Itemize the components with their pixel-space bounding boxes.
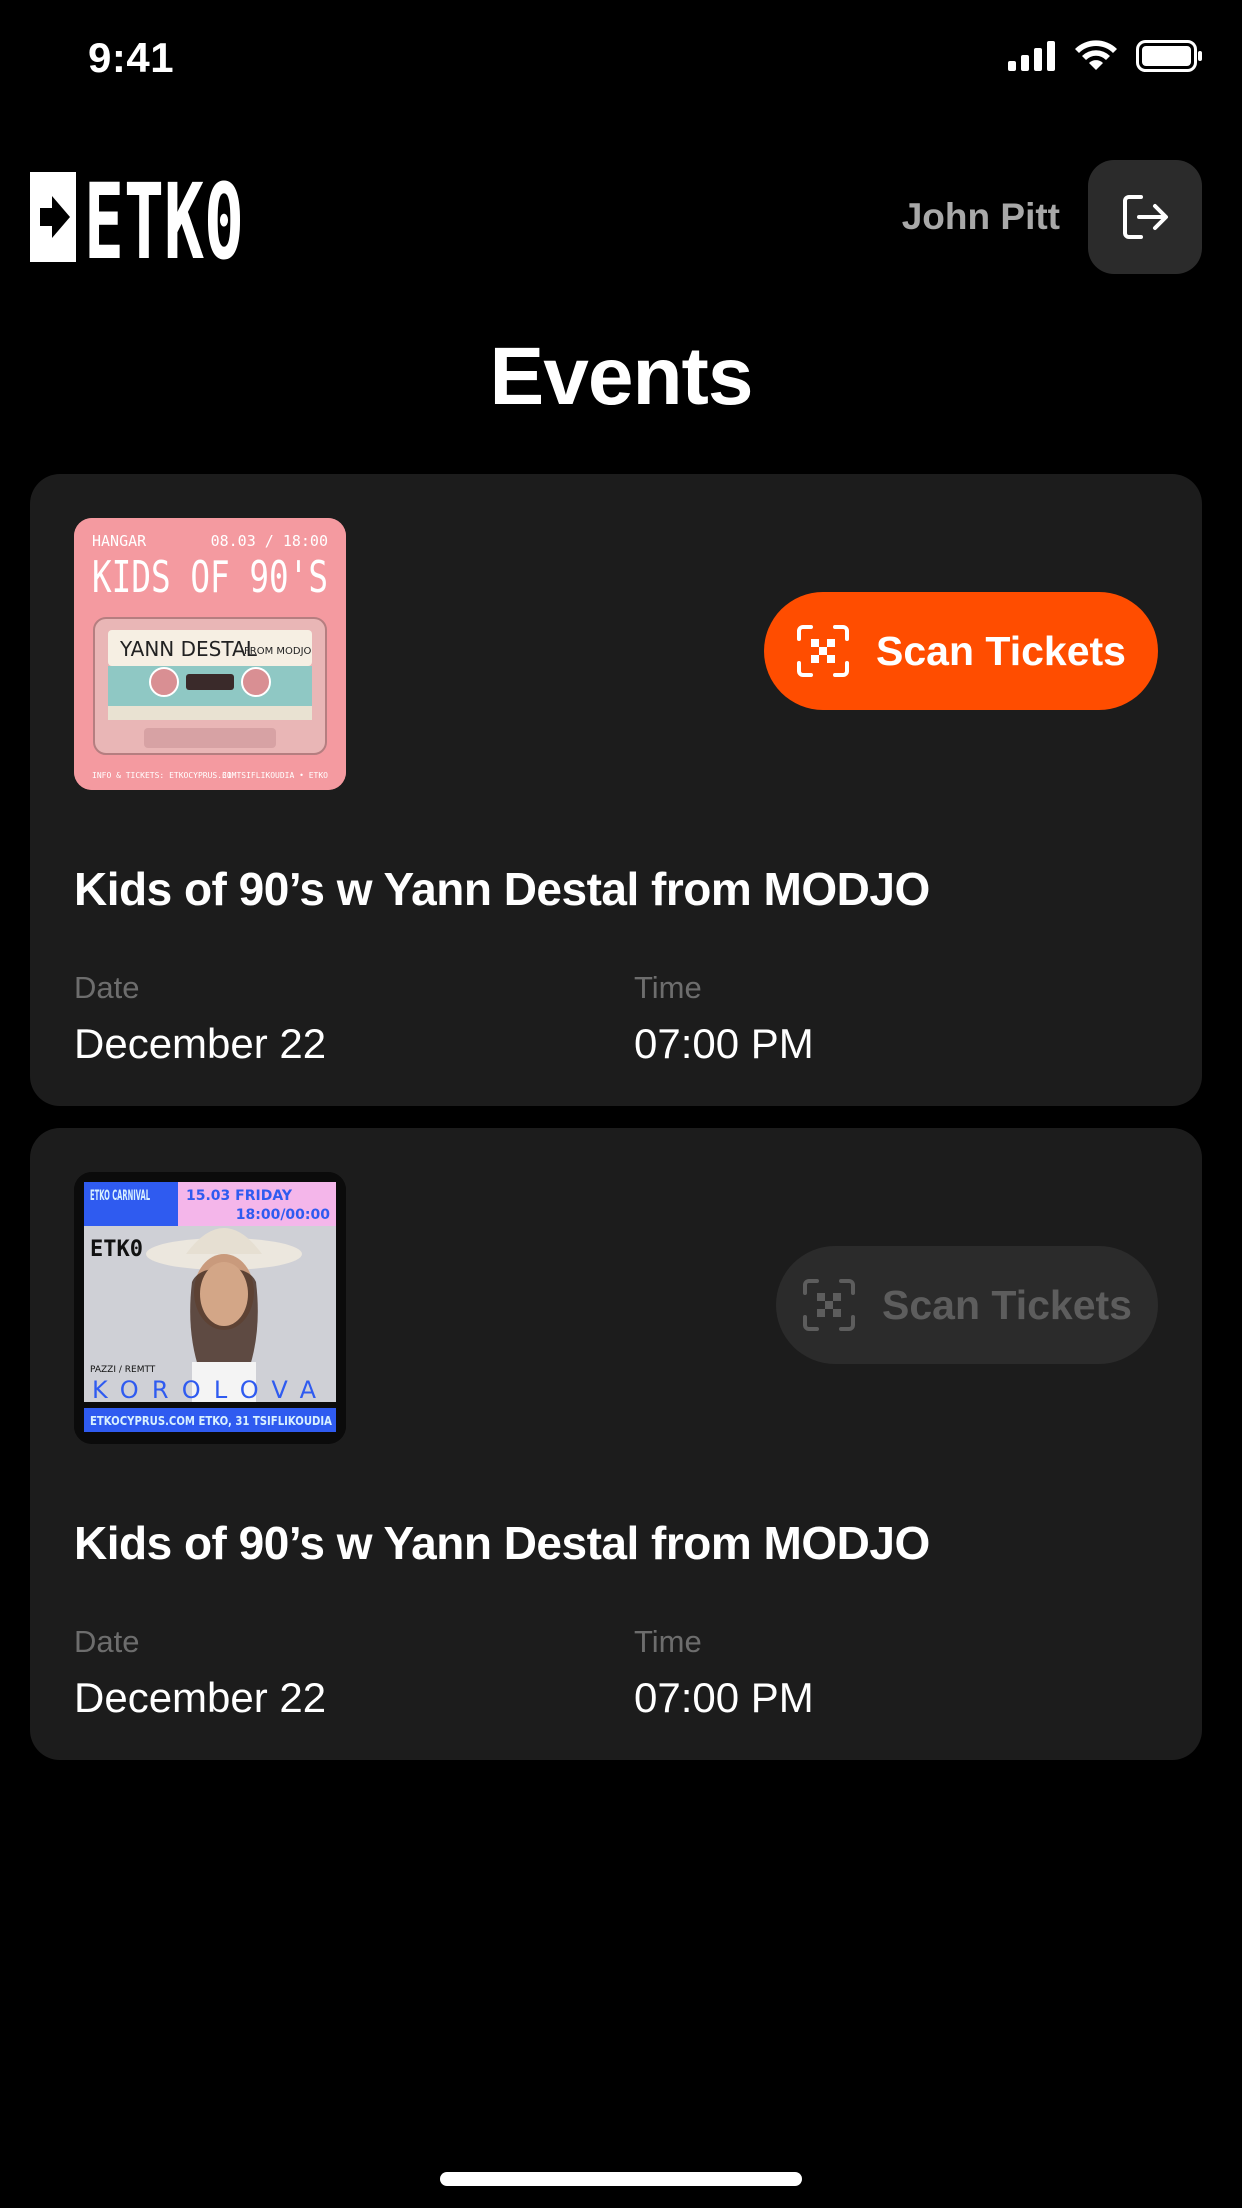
poster-footer-left: INFO & TICKETS: ETKOCYPRUS.COM: [92, 771, 237, 780]
wifi-icon: [1075, 40, 1117, 70]
home-indicator[interactable]: [440, 2172, 802, 2186]
event-title: Kids of 90’s w Yann Destal from MODJO: [74, 1517, 930, 1569]
scan-tickets-button-disabled[interactable]: Scan Tickets: [776, 1246, 1158, 1364]
poster-top-left: ETKO CARNIVAL: [90, 1188, 150, 1204]
event-poster: HANGAR 08.03 / 18:00 KIDS OF 90'S YANN D…: [74, 518, 346, 790]
poster-footer: ETKOCYPRUS.COM ETKO, 31 TSIFLIKOUDIA: [90, 1414, 333, 1428]
scan-tickets-label: Scan Tickets: [876, 627, 1126, 674]
event-card[interactable]: ETKO CARNIVAL 15.03 FRIDAY 18:00/00:00 E…: [30, 1128, 1202, 1760]
poster-artist: KOROLOVA: [92, 1376, 328, 1404]
date-value: December 22: [74, 1020, 327, 1067]
poster-day: 15.03 FRIDAY: [186, 1188, 293, 1204]
event-card[interactable]: HANGAR 08.03 / 18:00 KIDS OF 90'S YANN D…: [30, 474, 1202, 1106]
page-title: Events: [489, 331, 754, 422]
logout-button[interactable]: [1088, 160, 1202, 274]
app-header: ETK0 John Pitt: [0, 150, 1242, 290]
event-time: Time 07:00 PM: [634, 970, 814, 1068]
battery-icon: [1136, 40, 1202, 72]
scan-qr-icon: [797, 625, 850, 677]
poster-artwork: ETKO CARNIVAL 15.03 FRIDAY 18:00/00:00 E…: [74, 1172, 346, 1444]
user-name: John Pitt: [901, 196, 1060, 237]
etko-logo: ETK0: [30, 161, 245, 283]
poster-headline: KIDS OF 90'S: [92, 552, 328, 603]
poster-small-text: PAZZI / REMTT: [90, 1365, 156, 1375]
poster-footer-right: 31 TSIFLIKOUDIA • ETKO: [222, 771, 328, 780]
poster-time: 18:00/00:00: [236, 1207, 330, 1223]
event-date: Date December 22: [74, 970, 326, 1068]
date-value: December 22: [74, 1674, 327, 1721]
event-time: Time 07:00 PM: [634, 1624, 814, 1722]
date-label: Date: [74, 1624, 140, 1659]
poster-venue: HANGAR: [92, 532, 147, 550]
event-date: Date December 22: [74, 1624, 326, 1722]
scan-tickets-button[interactable]: Scan Tickets: [764, 592, 1158, 710]
poster-datetime: 08.03 / 18:00: [211, 532, 328, 550]
poster-cassette-sub: FROM MODJO: [244, 646, 312, 657]
time-label: Time: [634, 970, 702, 1005]
event-poster: ETKO CARNIVAL 15.03 FRIDAY 18:00/00:00 E…: [74, 1172, 346, 1444]
time-value: 07:00 PM: [634, 1020, 814, 1067]
poster-cassette-title: YANN DESTAL: [119, 637, 258, 661]
status-icons: [1008, 40, 1204, 72]
logo-mark: ETK0: [30, 161, 244, 283]
status-bar: 9:41: [0, 0, 1242, 124]
date-label: Date: [74, 970, 140, 1005]
logout-icon: [1123, 195, 1168, 239]
signal-icon: [1008, 41, 1055, 71]
poster-artwork: HANGAR 08.03 / 18:00 KIDS OF 90'S YANN D…: [74, 518, 346, 790]
poster-logo: ETK0: [90, 1237, 143, 1262]
time-value: 07:00 PM: [634, 1674, 814, 1721]
scan-qr-icon: [803, 1279, 856, 1331]
logo-text: ETK0: [84, 172, 244, 262]
scan-tickets-label: Scan Tickets: [882, 1281, 1132, 1328]
event-title: Kids of 90’s w Yann Destal from MODJO: [74, 863, 930, 915]
status-time: 9:41: [88, 34, 175, 81]
time-label: Time: [634, 1624, 702, 1659]
